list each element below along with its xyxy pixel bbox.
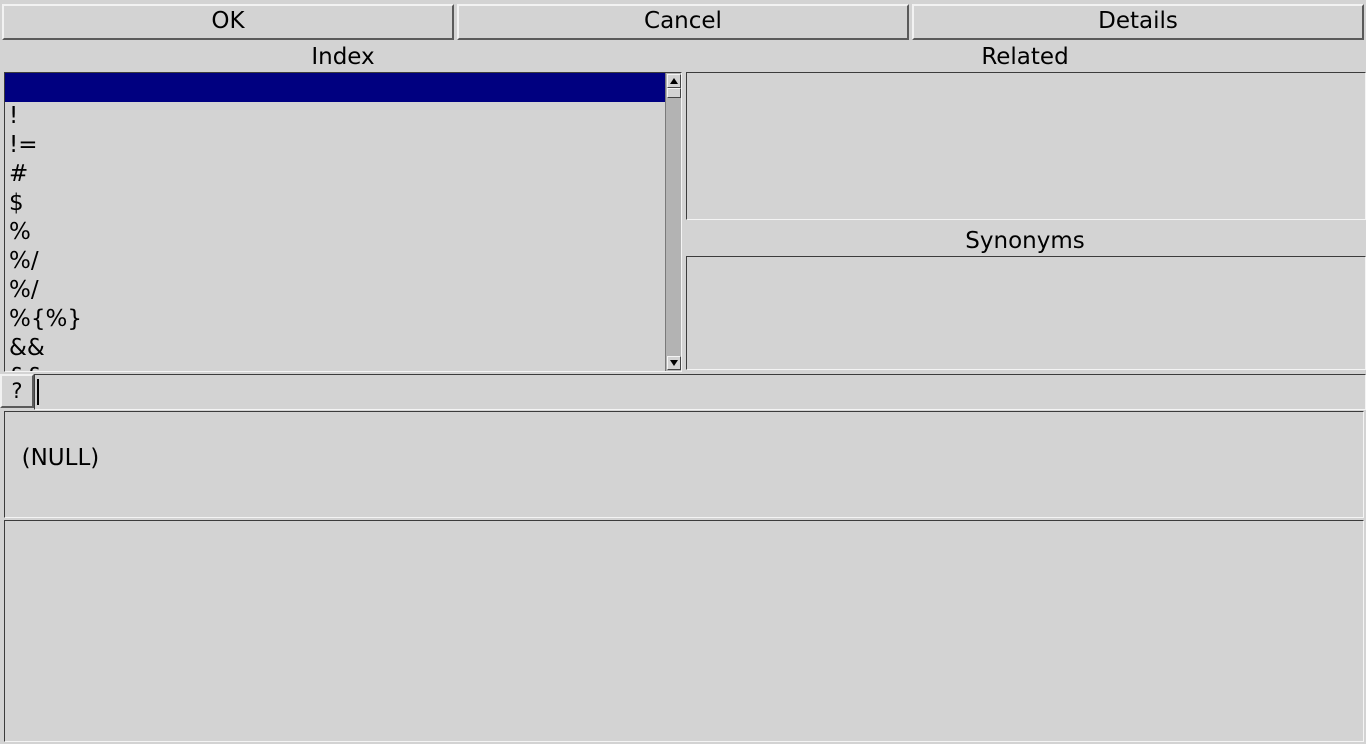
index-list-item[interactable]: && [5, 363, 665, 371]
text-caret [37, 379, 39, 405]
related-label: Related [981, 44, 1069, 70]
description-area[interactable]: (NULL) [4, 411, 1364, 518]
ok-button[interactable]: OK [2, 4, 454, 40]
triangle-down-icon [670, 360, 678, 366]
index-list-item[interactable]: %{%} [5, 305, 665, 334]
details-text-area[interactable] [4, 520, 1364, 742]
search-button[interactable]: ? [0, 374, 34, 408]
index-list-item[interactable]: %/ [5, 276, 665, 305]
scroll-thumb[interactable] [667, 88, 681, 98]
related-list[interactable] [686, 72, 1366, 220]
triangle-up-icon [670, 78, 678, 84]
index-scrollbar[interactable] [665, 73, 681, 371]
index-list-items: !!=#$%%/%/%{%}&&&& [5, 73, 665, 371]
search-input[interactable] [34, 374, 1366, 410]
index-list-item[interactable]: # [5, 160, 665, 189]
synonyms-label: Synonyms [965, 228, 1085, 254]
index-list-item[interactable]: ! [5, 102, 665, 131]
index-list-item[interactable]: $ [5, 189, 665, 218]
index-list-item[interactable]: %/ [5, 247, 665, 276]
details-button[interactable]: Details [912, 4, 1364, 40]
description-text: (NULL) [21, 445, 100, 471]
scroll-down-button[interactable] [667, 356, 681, 370]
synonyms-list[interactable] [686, 256, 1366, 370]
index-list-item[interactable]: && [5, 334, 665, 363]
index-list-item[interactable]: != [5, 131, 665, 160]
index-list-item[interactable] [5, 73, 665, 102]
cancel-button[interactable]: Cancel [457, 4, 909, 40]
index-label: Index [311, 44, 375, 70]
index-list-item[interactable]: % [5, 218, 665, 247]
scroll-up-button[interactable] [667, 74, 681, 88]
index-list[interactable]: !!=#$%%/%/%{%}&&&& [4, 72, 682, 372]
